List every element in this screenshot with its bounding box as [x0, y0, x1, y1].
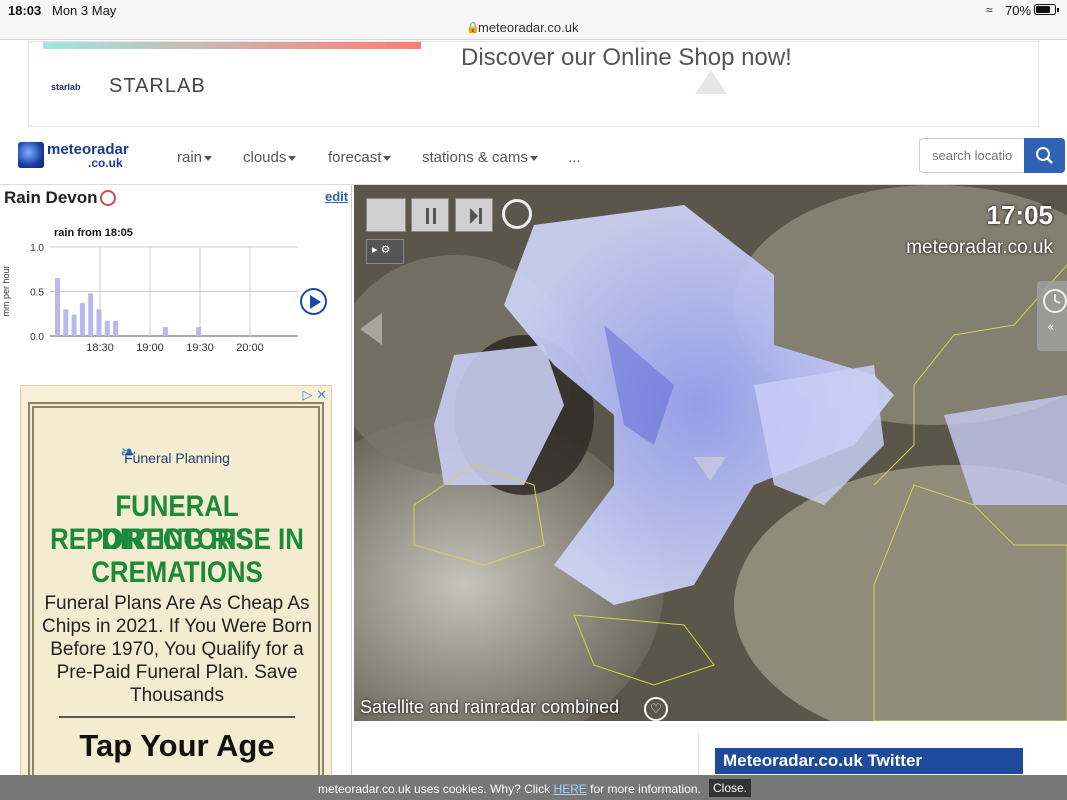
advert-brand: Funeral Planning [124, 450, 230, 466]
address-bar-url[interactable]: meteoradar.co.uk [478, 20, 578, 35]
y-tick-label: 0.0 [30, 332, 44, 343]
nav-item-rain[interactable]: rain [177, 149, 213, 166]
rain-bar [71, 314, 77, 336]
x-tick-label: 19:00 [136, 342, 164, 354]
status-date: Mon 3 May [52, 3, 117, 18]
top-advert-banner[interactable]: Discover our Online Shop now! starlab ST… [28, 41, 1039, 127]
logo-subtext: .co.uk [88, 156, 123, 170]
x-tick-label: 18:30 [86, 342, 114, 354]
satellite-radar-image [354, 185, 1067, 721]
cookie-bar: meteoradar.co.uk uses cookies. Why? Clic… [0, 775, 1067, 800]
advert-arrow-icon[interactable] [695, 70, 727, 94]
settings-gear-icon: ▸ ⚙ [372, 244, 391, 256]
step-forward-icon [470, 208, 482, 224]
advert-image [43, 42, 421, 49]
panel-title: Rain Devon [4, 188, 98, 207]
nav-item-clouds[interactable]: clouds [243, 149, 297, 166]
nav-label: clouds [243, 149, 287, 166]
battery-icon [1034, 4, 1059, 15]
play-button[interactable] [300, 288, 327, 315]
favorite-heart-icon[interactable]: ♡ [644, 697, 668, 721]
ios-status-bar: 18:03 Mon 3 May ≈ 70% 🔒 meteoradar.co.uk [0, 0, 1067, 40]
settings-toggle-button[interactable]: ▸ ⚙ [366, 239, 404, 264]
cookie-close-button[interactable]: Close. [709, 779, 752, 797]
rain-bar [113, 320, 119, 336]
rain-bar [196, 327, 202, 336]
caret-down-icon [204, 155, 213, 161]
search-button[interactable] [1024, 138, 1065, 173]
rain-chart-svg: rain from 18:05 1.0 0.5 0.0 mm per hour 18:30… [1, 227, 298, 354]
rain-chart: rain from 18:05 1.0 0.5 0.0 mm per hour 18:30… [0, 223, 352, 358]
battery-percent: 70% [1005, 3, 1032, 18]
edit-link[interactable]: edit [325, 189, 348, 204]
rain-bar [96, 309, 102, 336]
clock-icon: « [1043, 289, 1067, 334]
map-watermark: meteoradar.co.uk [906, 237, 1053, 258]
advert-headline-2: REPORTING RISE IN [50, 523, 304, 556]
radar-map[interactable]: ▸ ⚙ 17:05 meteoradar.co.uk « Satellite a… [354, 185, 1067, 721]
rain-bar [55, 278, 60, 336]
location-target-icon[interactable] [100, 190, 116, 206]
logo-globe-icon [18, 142, 44, 168]
nav-item-more[interactable]: ... [568, 149, 581, 166]
pause-button[interactable] [411, 198, 449, 232]
caret-down-icon [288, 155, 297, 161]
map-left-arrow-icon[interactable] [360, 313, 382, 345]
column-divider [698, 733, 699, 775]
nav-label: forecast [328, 149, 382, 166]
cookie-message: meteoradar.co.uk uses cookies. Why? Clic… [318, 782, 701, 796]
site-logo[interactable]: meteoradar .co.uk [18, 141, 142, 171]
wifi-icon: ≈ [986, 3, 993, 17]
rain-bar [79, 303, 85, 336]
advert-brand: STARLAB [109, 75, 206, 97]
status-time: 18:03 [8, 3, 42, 18]
rain-forecast-panel: Rain Devon edit rain from 18:05 1.0 0.5 0.0… [0, 185, 352, 800]
advert-body: Funeral Plans Are As Cheap As Chips in 2… [41, 593, 313, 706]
search-input[interactable] [919, 138, 1025, 173]
advert-cta[interactable]: Tap Your Age [21, 728, 331, 764]
advert-headline-3: CREMATIONS [91, 556, 263, 589]
advert-divider [59, 716, 295, 718]
funeral-advert[interactable]: ▷ ✕ ❧ Funeral Planning FUNERAL DIRECTORS… [20, 385, 332, 800]
cookie-text: meteoradar.co.uk uses cookies. Why? Clic… [318, 782, 551, 796]
y-axis-label: mm per hour [1, 265, 11, 316]
pause-icon [426, 208, 436, 224]
step-forward-button[interactable] [455, 198, 493, 232]
x-tick-label: 20:00 [236, 342, 264, 354]
rain-bar [63, 309, 69, 336]
y-tick-label: 0.5 [30, 288, 44, 299]
starlab-logo: starlab [51, 82, 81, 92]
radar-timestamp: 17:05 [986, 200, 1054, 230]
map-thumbnail-button[interactable] [366, 198, 406, 232]
chart-title: rain from 18:05 [54, 227, 133, 239]
advert-headline[interactable]: Discover our Online Shop now! [461, 44, 792, 72]
search-icon [1036, 147, 1053, 164]
cookie-more-link[interactable]: HERE [553, 782, 586, 796]
nav-item-forecast[interactable]: forecast [328, 149, 392, 166]
cookie-text: for more information. [590, 782, 701, 796]
svg-text:«: « [1047, 320, 1054, 334]
nav-item-stations-cams[interactable]: stations & cams [422, 149, 538, 166]
history-panel-toggle[interactable]: « [1037, 281, 1067, 351]
adchoices-close-icon[interactable]: ▷ ✕ [302, 387, 327, 403]
x-tick-label: 19:30 [186, 342, 214, 354]
caret-down-icon [529, 155, 538, 161]
nav-label: stations & cams [422, 149, 528, 166]
rain-bar [88, 293, 94, 336]
map-down-arrow-icon[interactable] [694, 457, 726, 481]
main-navigation: meteoradar .co.uk rain clouds forecast s… [0, 128, 1067, 185]
twitter-widget-header[interactable]: Meteoradar.co.uk Twitter [715, 748, 1023, 774]
nav-label: rain [177, 149, 203, 166]
y-tick-label: 1.0 [30, 243, 44, 254]
map-caption: Satellite and rainradar combined [360, 697, 620, 717]
locate-icon[interactable] [502, 199, 532, 229]
rain-bar [162, 327, 168, 336]
rain-bar [104, 320, 110, 336]
caret-down-icon [383, 155, 392, 161]
